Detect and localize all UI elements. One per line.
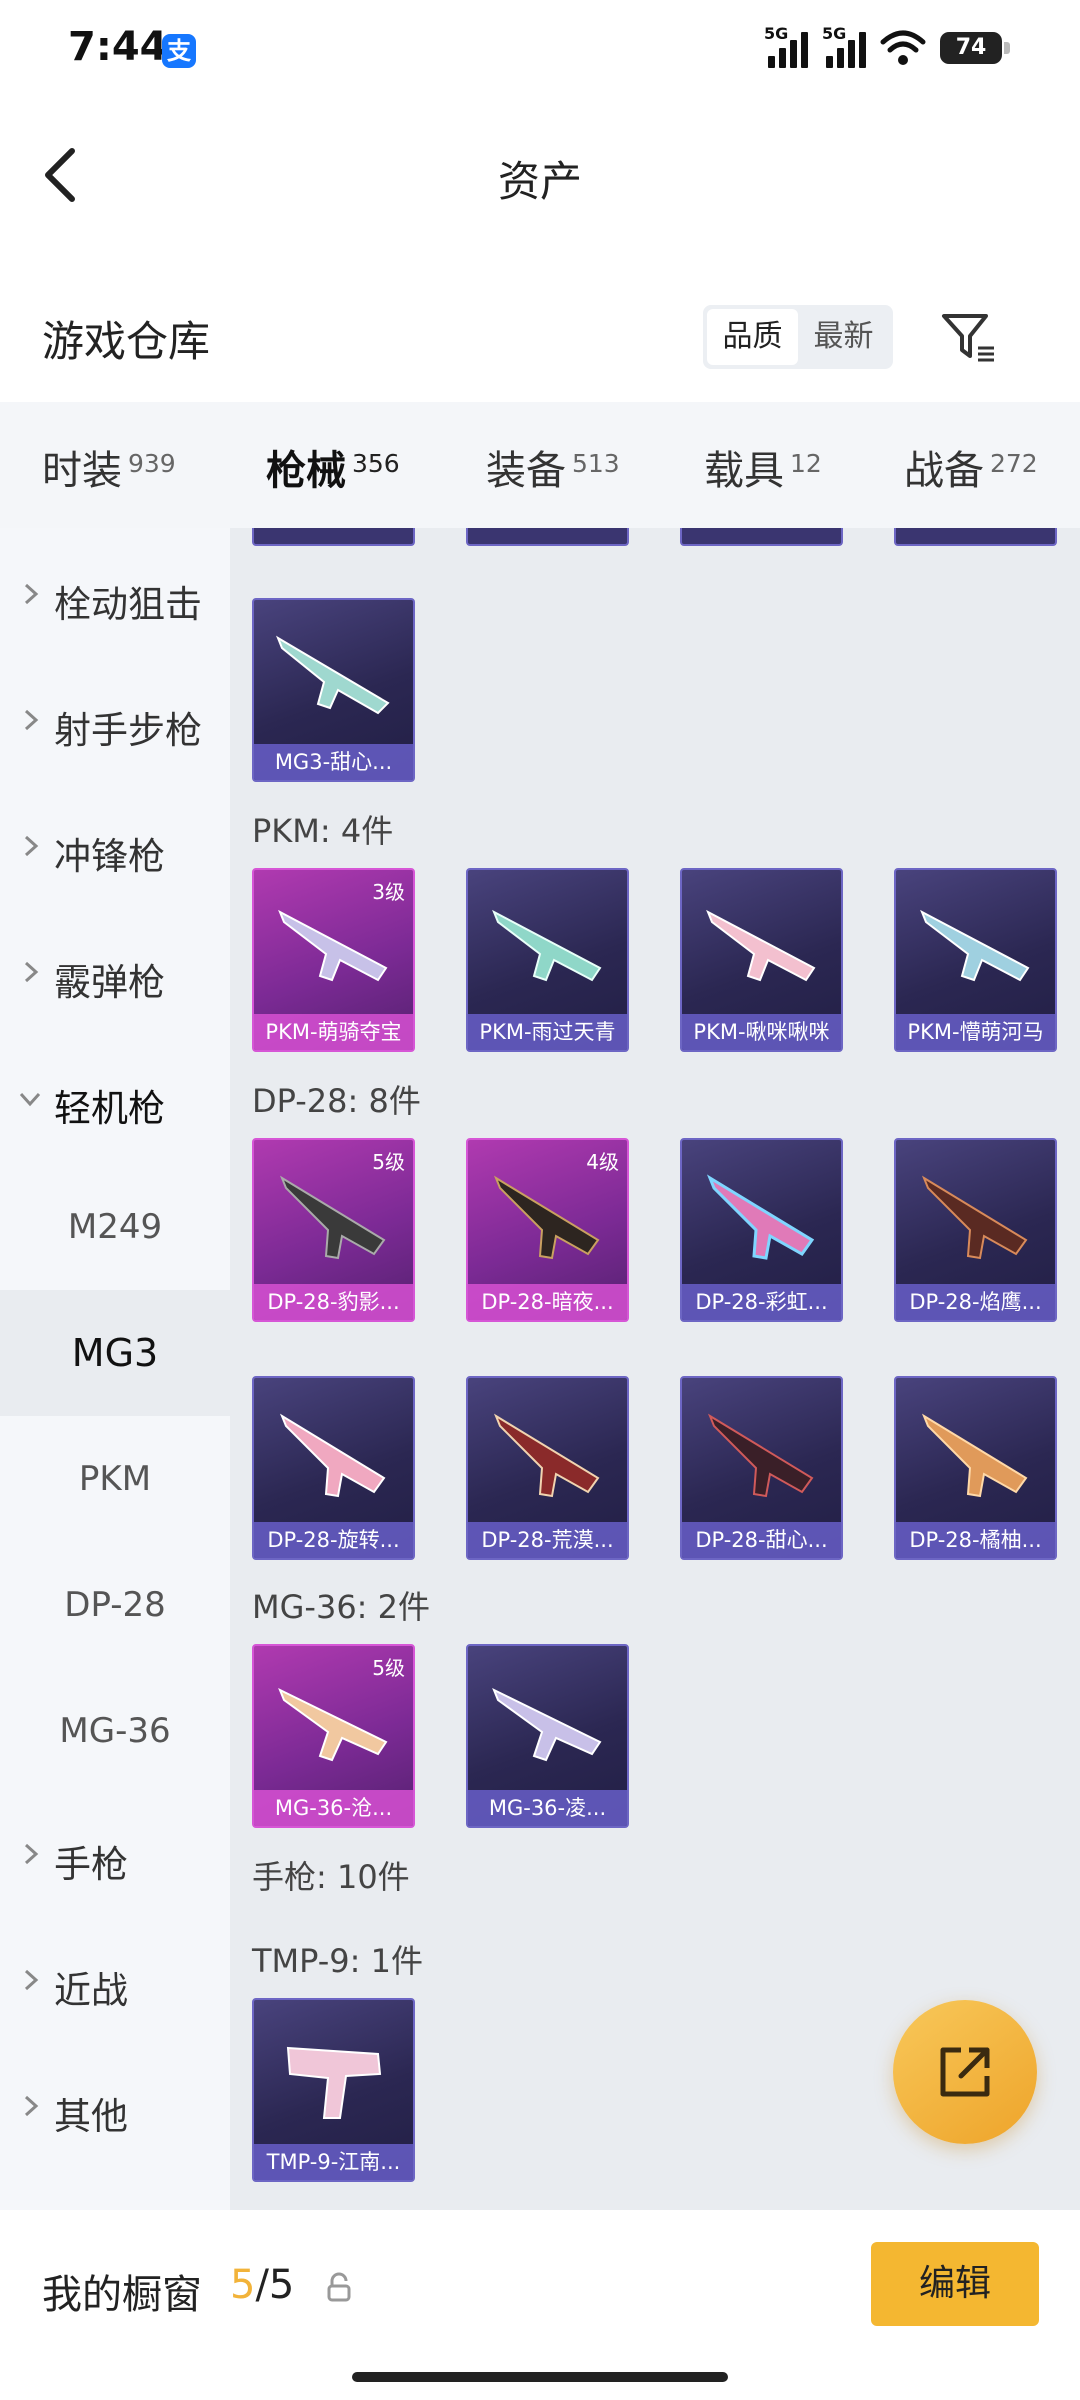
weapon-card[interactable]: 4级 DP-28-暗夜... (466, 1138, 629, 1322)
gun-skin-icon (278, 1687, 388, 1762)
alipay-icon: 支 (162, 34, 196, 68)
external-link-icon (940, 2047, 990, 2097)
sidebar-sub-mg3[interactable]: MG3 (0, 1290, 230, 1416)
tab-equipment[interactable]: 装备 513 (486, 438, 620, 496)
weapon-card[interactable]: 5级 MG-36-沧... (252, 1644, 415, 1828)
weapon-card[interactable]: 5级 DP-28-豹影... (252, 1138, 415, 1322)
sidebar-sub-mg36[interactable]: MG-36 (0, 1668, 230, 1794)
tab-supplies[interactable]: 战备 272 (904, 438, 1038, 496)
gun-skin-icon (706, 909, 816, 982)
weapon-card[interactable]: DP-28-彩虹... (680, 1138, 843, 1322)
signal-icon: 5G (764, 24, 808, 68)
weapon-card[interactable]: MG-36-凌... (466, 1644, 629, 1828)
gun-skin-icon (920, 909, 1030, 982)
group-label-tmp9: TMP-9: 1件 (252, 1942, 423, 1980)
weapon-card-partial[interactable] (252, 528, 415, 546)
weapon-card[interactable]: PKM-雨过天青 (466, 868, 629, 1052)
chevron-down-icon (19, 1092, 41, 1107)
group-label-mg36: MG-36: 2件 (252, 1588, 430, 1626)
sidebar-item-smg[interactable]: 冲锋枪 (0, 786, 230, 912)
group-label-dp28: DP-28: 8件 (252, 1082, 421, 1120)
group-label-pistol: 手枪: 10件 (252, 1858, 410, 1896)
group-label-pkm: PKM: 4件 (252, 812, 394, 850)
gun-skin-icon (492, 1687, 602, 1762)
home-indicator (352, 2372, 728, 2382)
weapon-card[interactable]: PKM-啾咪啾咪 (680, 868, 843, 1052)
sidebar-item-shotgun[interactable]: 霰弹枪 (0, 912, 230, 1038)
signal-icon: 5G (822, 24, 866, 68)
sort-toggle: 品质 最新 (703, 305, 893, 369)
weapon-card[interactable]: DP-28-旋转... (252, 1376, 415, 1560)
gun-skin-icon (493, 1413, 600, 1498)
gun-skin-icon (921, 1413, 1028, 1498)
weapon-type-sidebar: 栓动狙击 射手步枪 冲锋枪 霰弹枪 轻机枪 M249 MG3 PKM DP-28… (0, 528, 230, 2210)
weapon-card[interactable]: MG3-甜心... (252, 598, 415, 782)
gun-skin-icon (279, 1175, 386, 1260)
gun-skin-icon (275, 635, 390, 715)
page-title: 资产 (497, 157, 582, 206)
gun-skin-icon (492, 909, 602, 982)
chevron-right-icon (24, 709, 39, 731)
category-tabs: 时装 939 枪械 356 装备 513 载具 12 战备 272 (0, 402, 1080, 540)
sidebar-sub-pkm[interactable]: PKM (0, 1416, 230, 1542)
gun-skin-icon (493, 1175, 600, 1260)
weapon-card-partial[interactable] (680, 528, 843, 546)
filter-icon[interactable] (940, 310, 996, 366)
weapon-card[interactable]: DP-28-荒漠... (466, 1376, 629, 1560)
wifi-icon (880, 30, 926, 65)
sidebar-sub-dp28[interactable]: DP-28 (0, 1542, 230, 1668)
weapon-card[interactable]: DP-28-焰鹰... (894, 1138, 1057, 1322)
sort-quality-button[interactable]: 品质 (707, 309, 798, 365)
gun-skin-icon (921, 1175, 1028, 1260)
sidebar-item-lmg[interactable]: 轻机枪 (0, 1038, 230, 1164)
chevron-right-icon (24, 2095, 39, 2117)
chevron-right-icon (24, 1843, 39, 1865)
chevron-right-icon (24, 1969, 39, 1991)
chevron-right-icon (24, 583, 39, 605)
showcase-label: 我的橱窗 (42, 2272, 202, 2318)
status-icons: 5G 5G 74 (764, 24, 1010, 68)
chevron-right-icon (24, 961, 39, 983)
gun-skin-icon (706, 1174, 815, 1260)
weapon-card[interactable]: TMP-9-江南... (252, 1998, 415, 2182)
edit-button[interactable]: 编辑 (871, 2242, 1039, 2326)
battery-icon: 74 (940, 32, 1010, 64)
status-bar: 7:44 支 5G 5G 74 (0, 0, 1080, 100)
warehouse-title: 游戏仓库 (42, 317, 211, 366)
weapon-card[interactable]: PKM-懵萌河马 (894, 868, 1057, 1052)
gun-skin-icon (707, 1413, 814, 1498)
sidebar-item-bolt-sniper[interactable]: 栓动狙击 (0, 534, 230, 660)
chevron-right-icon (24, 835, 39, 857)
gun-skin-icon (286, 2046, 382, 2119)
sidebar-sub-m249[interactable]: M249 (0, 1164, 230, 1290)
tab-firearms[interactable]: 枪械 356 (266, 438, 400, 540)
gun-skin-icon (279, 1413, 386, 1498)
weapon-grid: MG3-甜心... PKM: 4件 3级 PKM-萌骑夺宝 PKM-雨过天青 P… (230, 528, 1080, 2210)
share-button[interactable] (893, 2000, 1037, 2144)
weapon-card[interactable]: 3级 PKM-萌骑夺宝 (252, 868, 415, 1052)
sidebar-item-marksman[interactable]: 射手步枪 (0, 660, 230, 786)
sidebar-item-melee[interactable]: 近战 (0, 1920, 230, 2046)
tab-fashion[interactable]: 时装 939 (42, 438, 176, 496)
sidebar-item-pistol[interactable]: 手枪 (0, 1794, 230, 1920)
weapon-card[interactable]: DP-28-橘柚... (894, 1376, 1057, 1560)
sidebar-item-other[interactable]: 其他 (0, 2046, 230, 2172)
weapon-card[interactable]: DP-28-甜心... (680, 1376, 843, 1560)
status-time: 7:44 (68, 24, 168, 70)
weapon-card-partial[interactable] (466, 528, 629, 546)
tab-vehicles[interactable]: 载具 12 (704, 438, 822, 496)
weapon-card-partial[interactable] (894, 528, 1057, 546)
showcase-count: 5/5 (230, 2262, 295, 2308)
gun-skin-icon (278, 909, 388, 982)
lock-icon (327, 2272, 351, 2302)
sort-newest-button[interactable]: 最新 (798, 309, 889, 365)
